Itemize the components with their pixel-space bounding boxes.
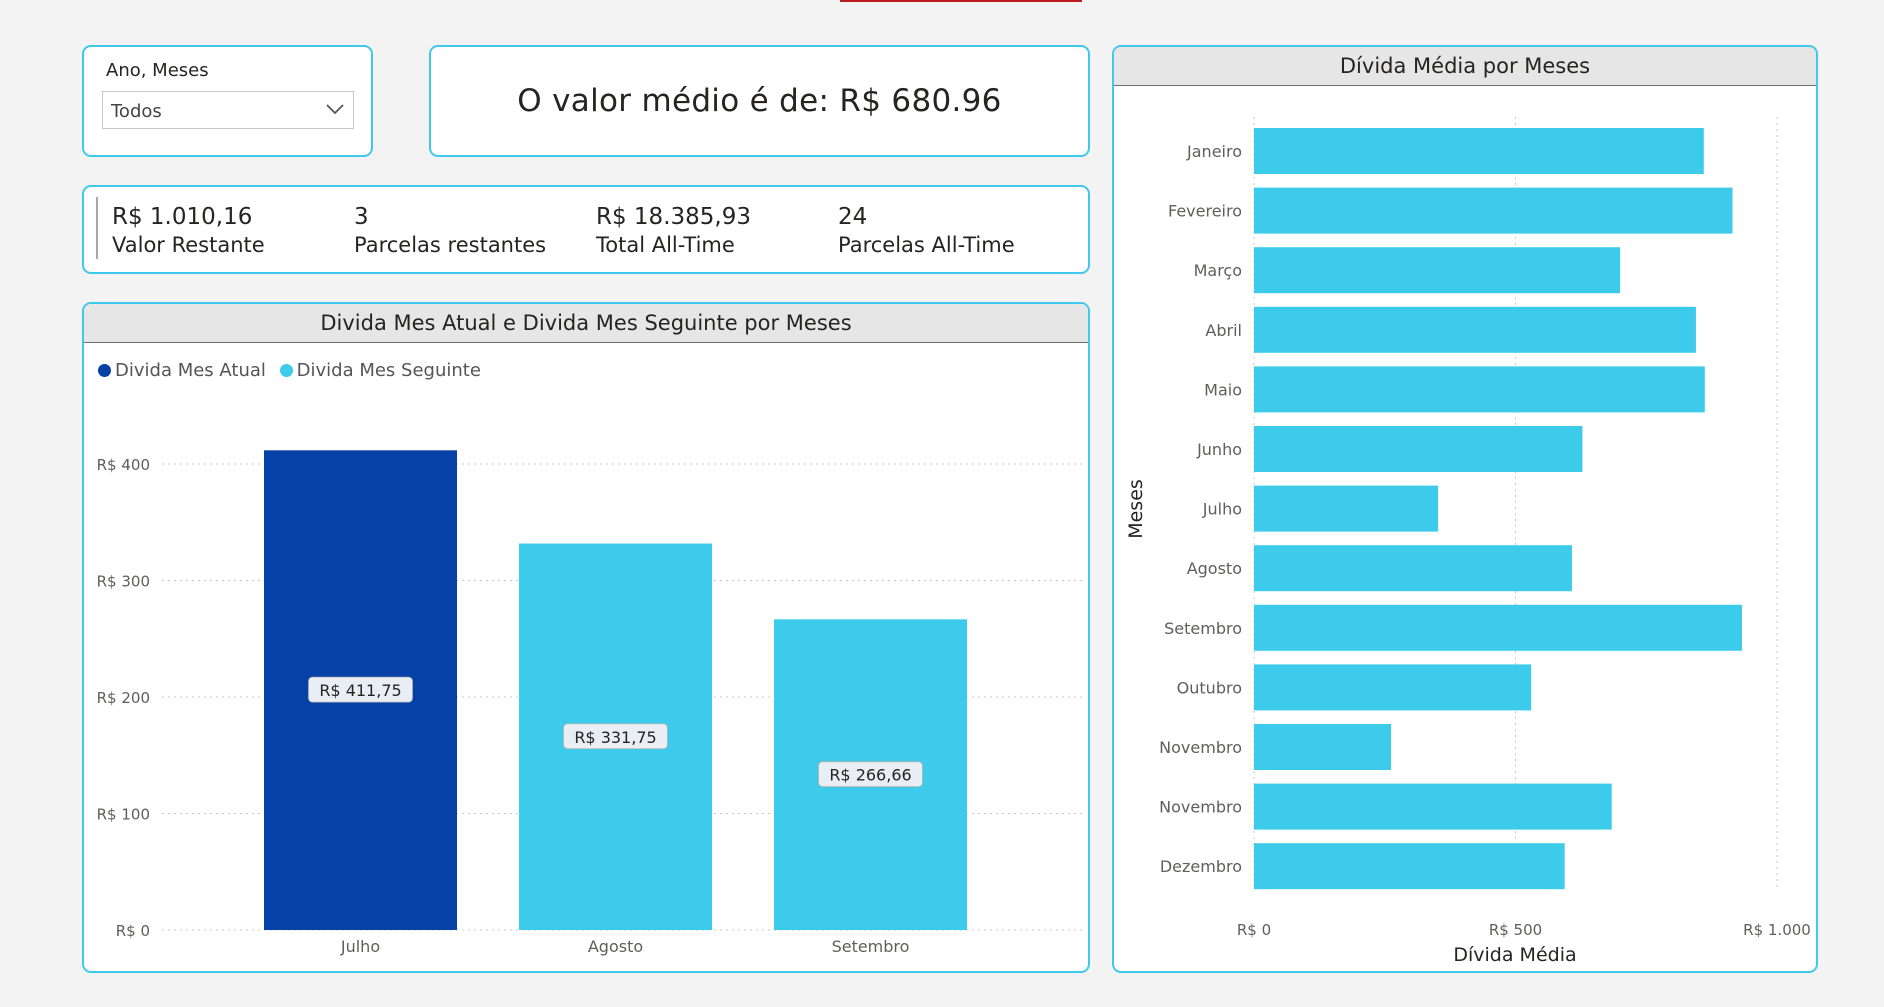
bar xyxy=(1254,783,1612,830)
summary-label: Total All-Time xyxy=(596,233,735,257)
average-value-text: O valor médio é de: R$ 680.96 xyxy=(517,83,1002,119)
average-value-card: O valor médio é de: R$ 680.96 xyxy=(429,45,1090,157)
data-label: R$ 266,66 xyxy=(829,766,911,785)
summary-item: 24 Parcelas All-Time xyxy=(838,203,1015,259)
summary-value: R$ 1.010,16 xyxy=(112,204,253,230)
bar xyxy=(1254,366,1705,413)
y-tick-label: R$ 400 xyxy=(97,456,150,474)
chevron-down-icon xyxy=(326,104,344,115)
x-tick-label: R$ 500 xyxy=(1489,921,1542,939)
bar xyxy=(1254,604,1742,651)
top-accent-bar xyxy=(840,0,1082,2)
y-tick-label: Abril xyxy=(1205,321,1242,340)
y-tick-label: Maio xyxy=(1204,380,1242,399)
data-label: R$ 411,75 xyxy=(319,681,401,700)
x-tick-label: R$ 1.000 xyxy=(1743,921,1811,939)
data-label: R$ 331,75 xyxy=(574,728,656,747)
bar-chart-plot: R$ 0 R$ 500 R$ 1.000 Janeiro Fevereiro Março A… xyxy=(1125,117,1811,966)
y-tick-label: Março xyxy=(1194,261,1242,280)
bar xyxy=(1254,485,1439,532)
y-tick-label: R$ 200 xyxy=(97,689,150,707)
average-debt-by-month-chart: Dívida Média por Meses R$ 0 R$ 500 R$ 1.00… xyxy=(1112,45,1818,973)
y-tick-label: Fevereiro xyxy=(1168,202,1242,221)
y-tick-label: R$ 0 xyxy=(116,922,150,940)
summary-item: R$ 1.010,16 Valor Restante xyxy=(112,203,265,259)
y-axis-title: Meses xyxy=(1125,479,1147,539)
summary-label: Parcelas restantes xyxy=(354,233,547,257)
column-chart-plot: R$ 0 R$ 100 R$ 200 R$ 300 R$ 400 R$ 411,75 Jul… xyxy=(97,450,1082,956)
summary-label: Parcelas All-Time xyxy=(838,233,1015,257)
y-tick-label: Junho xyxy=(1196,440,1242,459)
summary-multi-card: R$ 1.010,16 Valor Restante 3 Parcelas re… xyxy=(82,185,1090,274)
slicer-title: Ano, Meses xyxy=(106,60,209,81)
bar xyxy=(1254,426,1583,472)
y-tick-label: Dezembro xyxy=(1160,857,1242,876)
y-tick-label: Outubro xyxy=(1177,678,1242,697)
slicer-dropdown[interactable]: Todos xyxy=(102,91,354,129)
slicer-selected-value: Todos xyxy=(111,101,162,122)
summary-item: R$ 18.385,93 Total All-Time xyxy=(596,203,751,259)
y-tick-label: Julho xyxy=(1202,500,1242,519)
y-tick-label: R$ 100 xyxy=(97,806,150,824)
bar xyxy=(1254,843,1565,890)
bar xyxy=(1254,724,1392,770)
y-tick-label: Agosto xyxy=(1187,559,1242,578)
x-tick-label: Agosto xyxy=(588,937,643,956)
summary-value: R$ 18.385,93 xyxy=(596,204,751,230)
bar xyxy=(1254,187,1733,234)
year-month-slicer: Ano, Meses Todos xyxy=(82,45,373,157)
y-tick-label: Janeiro xyxy=(1186,142,1242,161)
summary-item: 3 Parcelas restantes xyxy=(354,203,546,259)
x-tick-label: Julho xyxy=(340,937,380,956)
card-accent-divider xyxy=(96,197,98,259)
bar xyxy=(1254,306,1696,353)
x-tick-label: R$ 0 xyxy=(1237,921,1271,939)
bar xyxy=(1254,545,1572,592)
y-tick-label: Novembro xyxy=(1159,798,1242,817)
bar xyxy=(1254,128,1704,174)
current-next-debt-chart: Divida Mes Atual e Divida Mes Seguinte p… xyxy=(82,302,1090,973)
bar xyxy=(1254,664,1532,711)
summary-value: 24 xyxy=(838,204,868,230)
summary-label: Valor Restante xyxy=(112,233,265,257)
y-tick-label: Novembro xyxy=(1159,738,1242,757)
bar xyxy=(1254,247,1621,294)
x-axis-title: Dívida Média xyxy=(1453,944,1576,966)
summary-value: 3 xyxy=(354,204,369,230)
y-tick-label: Setembro xyxy=(1164,619,1242,638)
x-tick-label: Setembro xyxy=(832,937,910,956)
y-tick-label: R$ 300 xyxy=(97,573,150,591)
